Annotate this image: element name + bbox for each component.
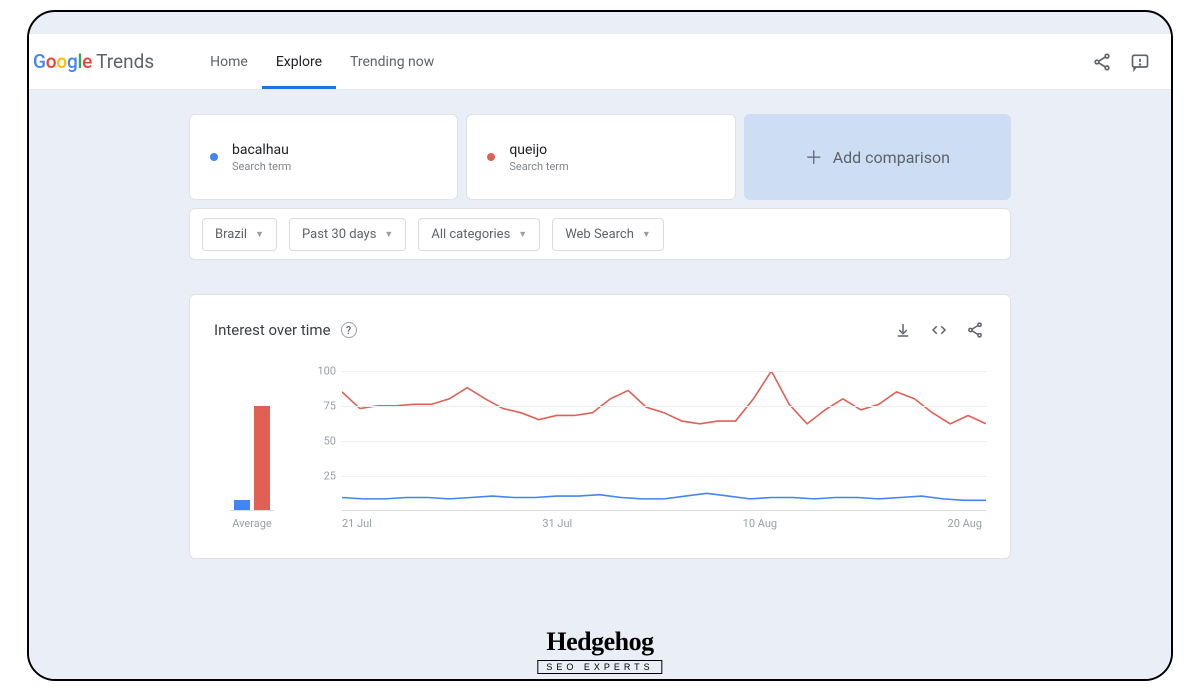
- x-axis-labels: 21 Jul 31 Jul 10 Aug 20 Aug: [342, 517, 986, 530]
- watermark-brand: Hedgehog: [537, 627, 662, 657]
- chevron-down-icon: ▼: [518, 229, 527, 240]
- filter-time[interactable]: Past 30 days ▼: [289, 218, 406, 251]
- share-icon[interactable]: [964, 319, 986, 341]
- y-tick-label: 100: [306, 365, 336, 378]
- term-type: Search term: [232, 160, 291, 173]
- line-plot: 255075100 21 Jul31 Jul10 Aug20 Aug: [302, 371, 986, 530]
- series-line: [342, 371, 986, 424]
- gridline: [342, 441, 986, 442]
- filter-region-label: Brazil: [215, 227, 247, 242]
- average-column: Average: [214, 371, 290, 530]
- page-content: bacalhau Search term queijo Search term …: [29, 90, 1171, 559]
- plus-icon: ＋: [805, 144, 823, 170]
- compare-row: bacalhau Search term queijo Search term …: [189, 114, 1011, 200]
- term-card-2[interactable]: queijo Search term: [466, 114, 735, 200]
- gridline: [342, 476, 986, 477]
- chart-body: Average 255075100 21 Jul31 Jul10 Aug20 A…: [214, 371, 986, 530]
- average-label: Average: [232, 517, 272, 530]
- nav-tab-home[interactable]: Home: [196, 34, 262, 89]
- filter-search-type-label: Web Search: [565, 227, 634, 242]
- watermark: Hedgehog SEO EXPERTS: [537, 627, 662, 675]
- feedback-icon[interactable]: [1121, 43, 1159, 81]
- term-name: queijo: [509, 142, 568, 158]
- y-tick-label: 75: [306, 400, 336, 413]
- series-line: [342, 493, 986, 500]
- filter-region[interactable]: Brazil ▼: [202, 218, 277, 251]
- share-icon[interactable]: [1083, 43, 1121, 81]
- filter-search-type[interactable]: Web Search ▼: [552, 218, 664, 251]
- product-name: Trends: [96, 50, 154, 73]
- add-comparison-button[interactable]: ＋ Add comparison: [744, 114, 1011, 200]
- x-tick-label: 31 Jul: [542, 517, 572, 530]
- term-name: bacalhau: [232, 142, 291, 158]
- watermark-tagline: SEO EXPERTS: [537, 660, 662, 674]
- gridline: [342, 371, 986, 372]
- y-tick-label: 50: [306, 435, 336, 448]
- chevron-down-icon: ▼: [255, 229, 264, 240]
- y-tick-label: 25: [306, 470, 336, 483]
- term-color-dot: [210, 153, 218, 161]
- nav-tab-explore[interactable]: Explore: [262, 34, 336, 89]
- term-card-1[interactable]: bacalhau Search term: [189, 114, 458, 200]
- filter-bar: Brazil ▼ Past 30 days ▼ All categories ▼…: [189, 208, 1011, 260]
- chevron-down-icon: ▼: [384, 229, 393, 240]
- chart-header: Interest over time ?: [214, 319, 986, 341]
- top-navbar: Google Trends Home Explore Trending now: [29, 34, 1171, 90]
- app-viewport: Google Trends Home Explore Trending now: [29, 34, 1171, 679]
- google-wordmark: Google: [33, 50, 92, 73]
- nav-tab-trending-now[interactable]: Trending now: [336, 34, 448, 89]
- nav-tabs: Home Explore Trending now: [196, 34, 448, 89]
- x-tick-label: 20 Aug: [948, 517, 982, 530]
- interest-over-time-card: Interest over time ?: [189, 294, 1011, 559]
- filter-category[interactable]: All categories ▼: [418, 218, 540, 251]
- average-bar: [254, 406, 270, 510]
- term-color-dot: [487, 153, 495, 161]
- add-comparison-label: Add comparison: [833, 148, 950, 167]
- filter-time-label: Past 30 days: [302, 227, 376, 242]
- chevron-down-icon: ▼: [642, 229, 651, 240]
- gridline: [342, 406, 986, 407]
- x-tick-label: 10 Aug: [743, 517, 777, 530]
- chart-actions: [892, 319, 986, 341]
- chart-title: Interest over time: [214, 321, 331, 339]
- x-tick-label: 21 Jul: [342, 517, 372, 530]
- term-type: Search term: [509, 160, 568, 173]
- download-icon[interactable]: [892, 319, 914, 341]
- embed-icon[interactable]: [928, 319, 950, 341]
- average-bars: [230, 371, 274, 511]
- filter-category-label: All categories: [431, 227, 510, 242]
- average-bar: [234, 500, 250, 510]
- device-frame: Google Trends Home Explore Trending now: [27, 10, 1173, 681]
- product-logo[interactable]: Google Trends: [29, 50, 154, 73]
- help-icon[interactable]: ?: [341, 322, 357, 338]
